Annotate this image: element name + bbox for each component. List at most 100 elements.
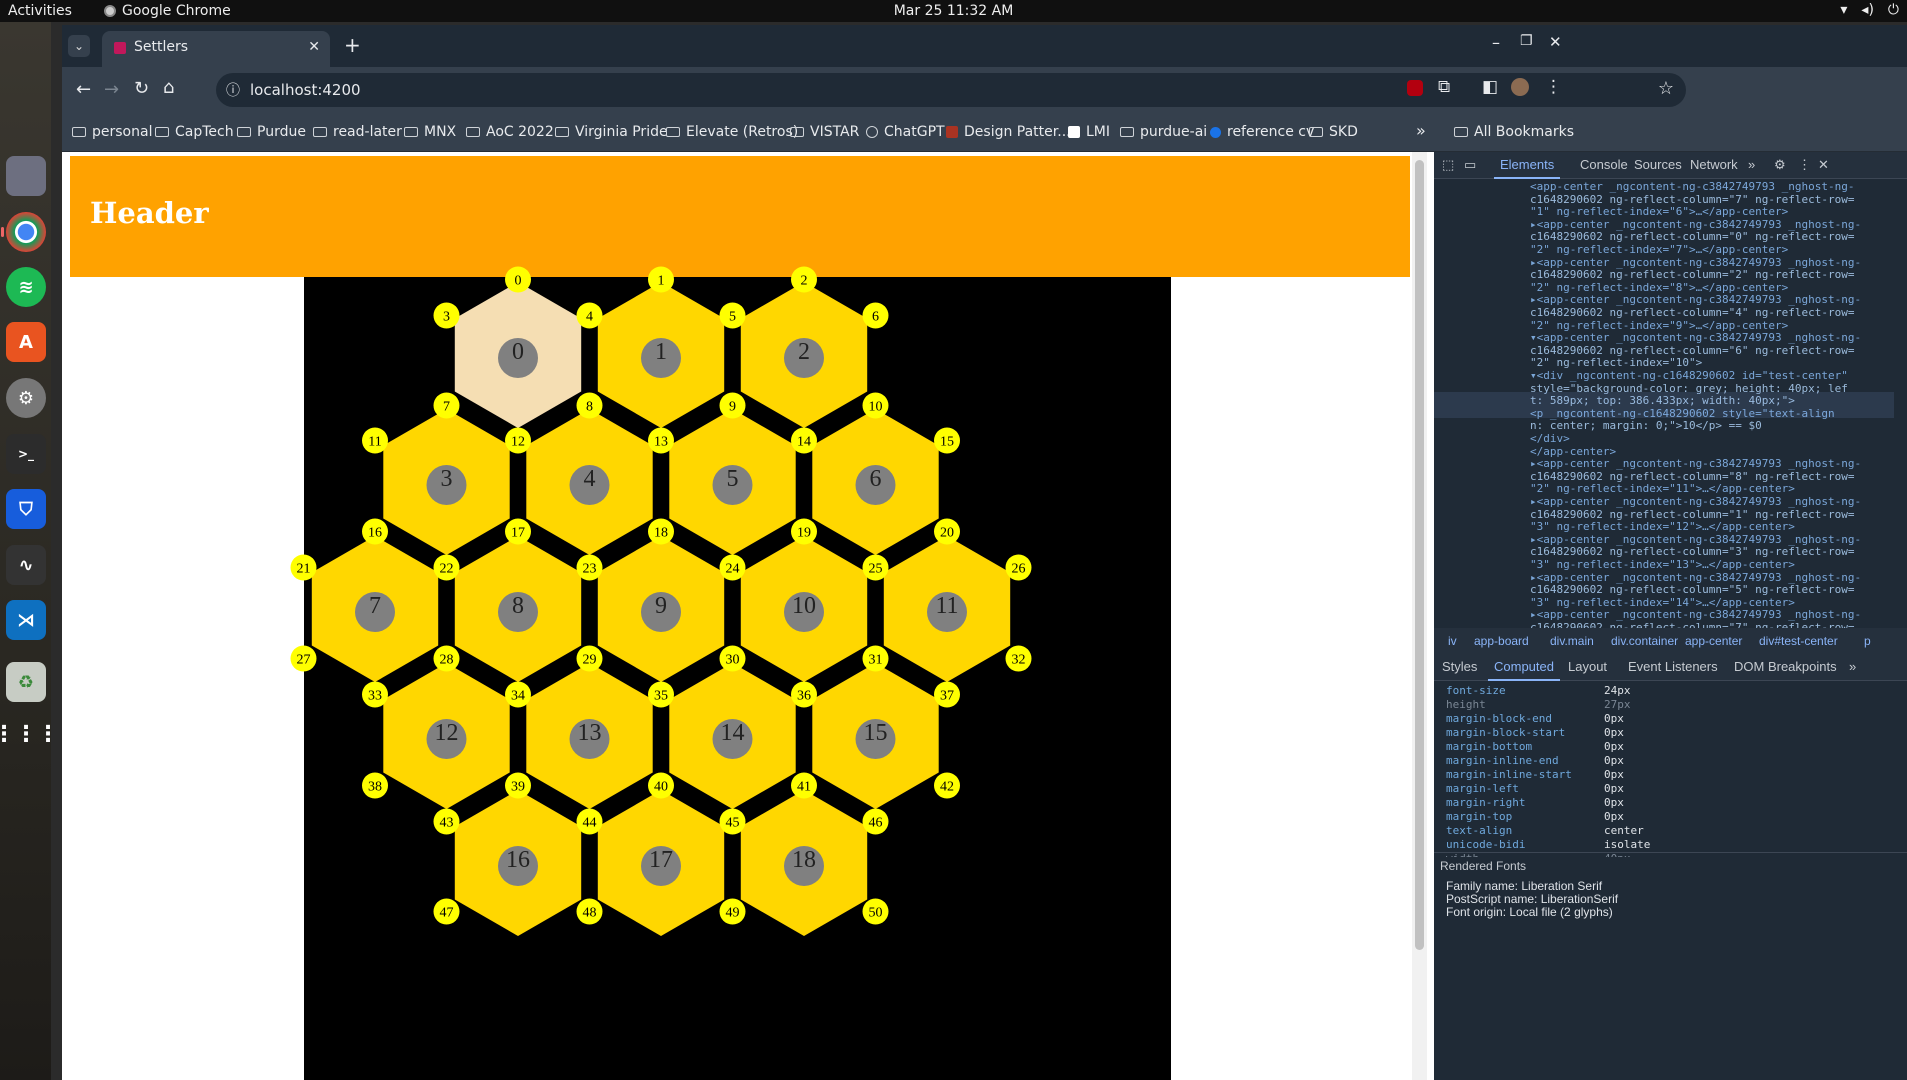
menu-icon[interactable]: ⋮ [1545,77,1562,97]
bookmark-reference-cv[interactable]: reference cv [1210,124,1314,140]
forward-icon[interactable]: → [104,79,119,100]
breadcrumb-item[interactable]: app-center [1685,634,1742,648]
dom-node-line[interactable]: "3" ng-reflect-index="13">…</app-center> [1434,558,1795,571]
breadcrumb-item[interactable]: div#test-center [1759,634,1838,648]
dom-node-line[interactable]: "2" ng-reflect-index="10"> [1434,356,1702,369]
device-toolbar-icon[interactable]: ▭ [1464,157,1476,173]
scrollbar-thumb[interactable] [1415,160,1424,950]
bitwarden-icon[interactable]: ⛉ [6,489,46,529]
subtab-event-listeners[interactable]: Event Listeners [1628,659,1718,674]
dom-node-line[interactable]: "3" ng-reflect-index="14">…</app-center> [1434,596,1795,609]
inspect-icon[interactable]: ⬚ [1442,157,1454,173]
new-tab-button[interactable]: + [344,33,361,57]
bookmark-star-icon[interactable]: ☆ [1658,78,1674,99]
subtab-computed[interactable]: Computed [1488,659,1560,681]
system-tray[interactable]: ▾ ◂) ⏻ [1840,2,1899,18]
dom-node-line[interactable]: n: center; margin: 0;">10</p> == $0 [1434,419,1762,432]
dom-node-line[interactable]: c1648290602 ng-reflect-column="8" ng-ref… [1434,470,1855,483]
show-apps-icon[interactable]: ⋮⋮⋮ [0,714,59,754]
address-bar[interactable]: ⓘ localhost:4200 ☆ [216,73,1686,107]
dom-node-line[interactable]: "2" ng-reflect-index="8">…</app-center> [1434,281,1788,294]
bookmark-chatgpt[interactable]: ChatGPT [866,124,945,140]
bookmark-virginia-pride[interactable]: Virginia Pride [555,124,668,140]
bookmark-design-patterns[interactable]: Design Patter... [946,124,1071,140]
page-scrollbar[interactable] [1412,152,1427,1080]
all-bookmarks[interactable]: All Bookmarks [1454,124,1574,140]
more-bookmarks-icon[interactable]: » [1416,121,1426,140]
dom-node-line[interactable]: c1648290602 ng-reflect-column="1" ng-ref… [1434,508,1855,521]
extensions-icon[interactable]: ⧉ [1438,77,1450,97]
dom-node-line[interactable]: ▾<app-center _ngcontent-ng-c3842749793 _… [1434,331,1861,344]
dom-node-line[interactable]: "2" ng-reflect-index="11">…</app-center> [1434,482,1795,495]
bookmark-purdue[interactable]: Purdue [237,124,306,140]
close-window-button[interactable]: ✕ [1549,33,1562,51]
dom-node-line[interactable]: </app-center> [1434,445,1616,458]
breadcrumb-item[interactable]: p [1864,634,1871,648]
back-icon[interactable]: ← [76,79,91,100]
tab-sources[interactable]: Sources [1634,157,1682,172]
dom-node-line[interactable]: c1648290602 ng-reflect-column="3" ng-ref… [1434,545,1855,558]
chrome-icon[interactable] [1,212,46,252]
clock[interactable]: Mar 25 11:32 AM [0,3,1907,19]
tab-settlers[interactable]: Settlers ✕ [102,31,330,67]
subtab-styles[interactable]: Styles [1442,659,1477,674]
dom-node-line[interactable]: c1648290602 ng-reflect-column="7" ng-ref… [1434,621,1855,628]
home-icon[interactable]: ⌂ [163,77,174,98]
breadcrumb-item[interactable]: iv [1448,634,1457,648]
trash-icon[interactable]: ♻ [6,662,46,702]
subtab-layout[interactable]: Layout [1568,659,1607,674]
bookmark-personal[interactable]: personal [72,124,152,140]
app-center-icon[interactable]: A [6,322,46,362]
dom-node-line[interactable]: ▸<app-center _ngcontent-ng-c3842749793 _… [1434,293,1861,306]
dom-node-line[interactable]: ▾<div _ngcontent-ng-c1648290602 id="test… [1434,369,1848,382]
profile-avatar[interactable] [1511,78,1529,96]
breadcrumb-item[interactable]: div.container [1611,634,1678,648]
bookmark-read-later[interactable]: read-later [313,124,402,140]
dom-node-line[interactable]: c1648290602 ng-reflect-column="7" ng-ref… [1434,193,1855,206]
dom-node-line[interactable]: ▸<app-center _ngcontent-ng-c3842749793 _… [1434,457,1861,470]
subtab-dom-breakpoints[interactable]: DOM Breakpoints [1734,659,1837,674]
dom-node-line[interactable]: c1648290602 ng-reflect-column="5" ng-ref… [1434,583,1855,596]
dom-node-line[interactable]: c1648290602 ng-reflect-column="0" ng-ref… [1434,230,1855,243]
computed-prop-name[interactable]: height [1446,698,1486,711]
dom-node-line[interactable]: ▸<app-center _ngcontent-ng-c3842749793 _… [1434,571,1861,584]
bookmark-lmi[interactable]: LMI [1068,124,1110,140]
computed-prop-name[interactable]: margin-block-end [1446,712,1552,725]
close-devtools-icon[interactable]: ✕ [1818,157,1829,173]
computed-prop-name[interactable]: font-size [1446,684,1506,697]
computed-prop-name[interactable]: margin-block-start [1446,726,1565,739]
dom-node-line[interactable]: </div> [1434,432,1570,445]
more-tabs-icon[interactable]: » [1748,157,1755,172]
bookmark-captech[interactable]: CapTech [155,124,234,140]
dom-node-line[interactable]: <app-center _ngcontent-ng-c3842749793 _n… [1434,180,1855,193]
dom-node-line[interactable]: "1" ng-reflect-index="6">…</app-center> [1434,205,1788,218]
site-info-icon[interactable]: ⓘ [226,80,240,100]
breadcrumb-item[interactable]: div.main [1550,634,1594,648]
dom-node-line[interactable]: ▸<app-center _ngcontent-ng-c3842749793 _… [1434,495,1861,508]
tab-network[interactable]: Network [1690,157,1738,172]
bookmark-aoc-2022[interactable]: AoC 2022 [466,124,554,140]
tab-console[interactable]: Console [1580,157,1628,172]
computed-prop-name[interactable]: margin-inline-end [1446,754,1559,767]
dom-node-line[interactable]: ▸<app-center _ngcontent-ng-c3842749793 _… [1434,608,1861,621]
tab-elements[interactable]: Elements [1493,157,1561,179]
files-icon[interactable] [6,156,46,196]
breadcrumb-item[interactable]: app-board [1474,634,1529,648]
dom-node-line[interactable]: c1648290602 ng-reflect-column="4" ng-ref… [1434,306,1855,319]
terminal-icon[interactable]: >_ [6,434,46,474]
close-tab-icon[interactable]: ✕ [308,39,320,55]
reload-icon[interactable]: ↻ [134,78,149,99]
bookmark-elevate[interactable]: Elevate (Retros) [666,124,798,140]
dom-node-line[interactable]: ▸<app-center _ngcontent-ng-c3842749793 _… [1434,256,1861,269]
bookmark-vistar[interactable]: VISTAR [790,124,859,140]
vscode-icon[interactable]: ⋊ [6,600,46,640]
bookmark-mnx[interactable]: MNX [404,124,456,140]
computed-prop-name[interactable]: unicode-bidi [1446,838,1525,851]
tab-search-button[interactable]: ⌄ [68,35,90,57]
settings-gear-icon[interactable]: ⚙ [1774,157,1786,173]
bookmark-purdue-ai[interactable]: purdue-ai [1120,124,1207,140]
dom-node-line[interactable]: c1648290602 ng-reflect-column="2" ng-ref… [1434,268,1855,281]
settings-icon[interactable]: ⚙ [6,378,46,418]
dom-node-line[interactable]: "2" ng-reflect-index="9">…</app-center> [1434,319,1788,332]
more-subtabs-icon[interactable]: » [1849,659,1856,674]
